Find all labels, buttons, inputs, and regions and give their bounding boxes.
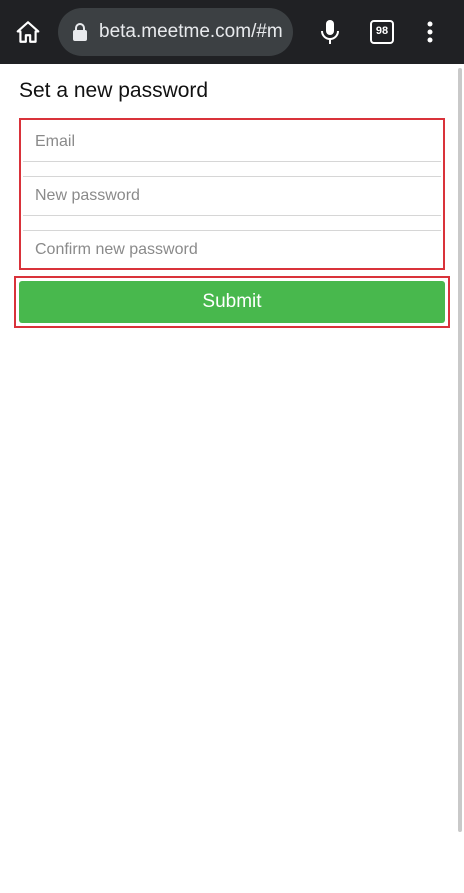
scrollbar[interactable] bbox=[458, 68, 462, 832]
home-icon bbox=[16, 21, 40, 43]
browser-menu-button[interactable] bbox=[418, 16, 442, 48]
voice-search-button[interactable] bbox=[314, 16, 346, 48]
page-content: Set a new password Submit bbox=[0, 64, 464, 893]
lock-icon bbox=[73, 23, 87, 41]
submit-highlight: Submit bbox=[14, 276, 450, 328]
submit-button[interactable]: Submit bbox=[19, 281, 445, 323]
url-text: beta.meetme.com/#m bbox=[99, 21, 283, 42]
browser-toolbar: beta.meetme.com/#m 98 bbox=[0, 0, 464, 64]
page-title: Set a new password bbox=[19, 79, 209, 102]
confirm-password-field-wrapper bbox=[23, 230, 441, 268]
address-bar[interactable]: beta.meetme.com/#m bbox=[58, 8, 293, 56]
confirm-password-field[interactable] bbox=[23, 231, 441, 268]
home-button[interactable] bbox=[12, 16, 44, 48]
microphone-icon bbox=[321, 20, 339, 44]
password-form bbox=[19, 118, 445, 270]
email-field-wrapper bbox=[23, 122, 441, 162]
new-password-field-wrapper bbox=[23, 176, 441, 216]
more-vert-icon bbox=[427, 21, 433, 43]
tab-switcher-button[interactable]: 98 bbox=[370, 20, 394, 44]
new-password-field[interactable] bbox=[23, 177, 441, 215]
email-field[interactable] bbox=[23, 122, 441, 161]
